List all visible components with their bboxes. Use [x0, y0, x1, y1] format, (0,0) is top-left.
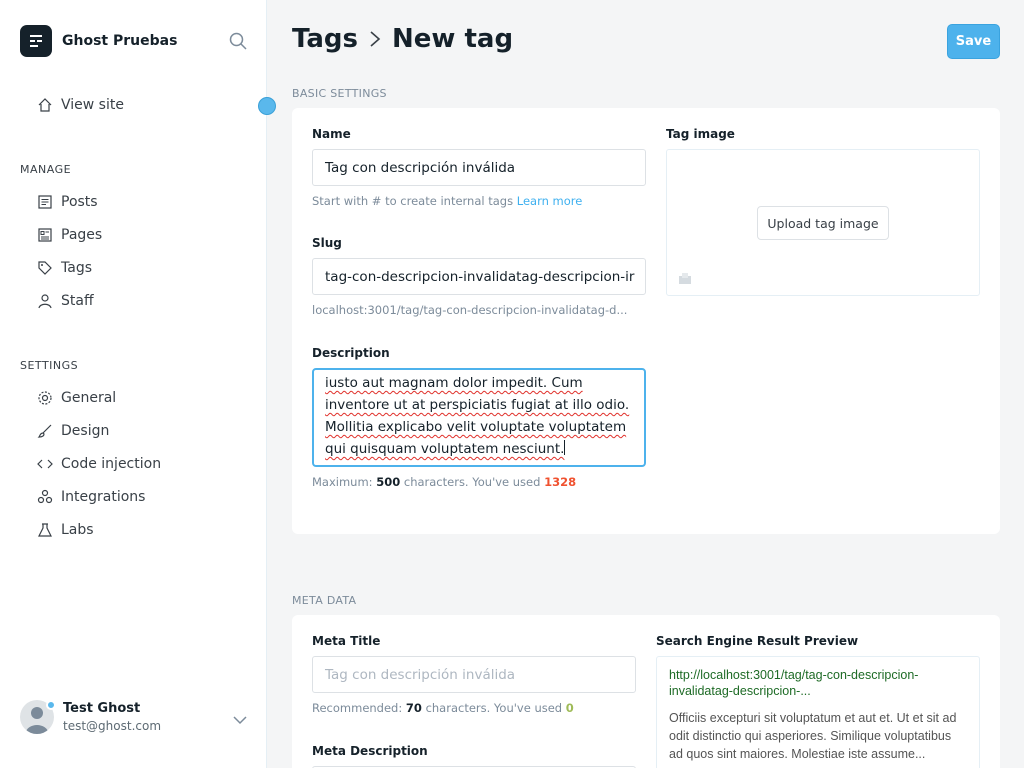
meta-title-input[interactable]: Tag con descripción inválida [312, 656, 636, 693]
name-input[interactable]: Tag con descripción inválida [312, 149, 646, 186]
meta-description-label: Meta Description [312, 744, 428, 758]
nav-design[interactable]: Design [36, 422, 109, 440]
code-icon [36, 455, 54, 473]
upload-tag-image-button[interactable]: Upload tag image [757, 206, 889, 240]
title-hint-mid: characters. You've used [425, 701, 563, 715]
slug-label: Slug [312, 236, 342, 250]
basic-settings-card: Name Tag con descripción inválida Start … [292, 108, 1000, 534]
brush-icon [36, 422, 54, 440]
nav-code-injection[interactable]: Code injection [36, 455, 161, 473]
user-email: test@ghost.com [63, 719, 162, 733]
slug-url-preview: localhost:3001/tag/tag-con-descripcion-i… [312, 303, 628, 317]
description-label: Description [312, 346, 390, 360]
title-used-count: 0 [565, 701, 574, 715]
brand-name: Ghost Pruebas [62, 33, 178, 49]
staff-icon [36, 292, 54, 310]
description-line: qui quisquam voluptatem nesciunt. [325, 438, 633, 460]
serp-preview-label: Search Engine Result Preview [656, 634, 859, 648]
settings-heading: SETTINGS [20, 359, 79, 372]
description-line-4: qui quisquam voluptatem nesciunt. [325, 441, 565, 457]
meta-title-counter: Recommended: 70 characters. You've used … [312, 701, 574, 715]
desc-max: 500 [376, 475, 401, 489]
nav-code-injection-label: Code injection [61, 456, 162, 472]
description-line: inventore ut at perspiciatis fugiat at i… [325, 394, 633, 416]
nav-view-site-label: View site [61, 97, 124, 113]
text-caret [564, 440, 566, 455]
gear-icon [36, 389, 54, 407]
desc-hint-mid: characters. You've used [403, 475, 541, 489]
slug-input[interactable]: tag-con-descripcion-invalidatag-descripc… [312, 258, 646, 295]
serp-description: Officiis excepturi sit voluptatum et aut… [669, 711, 957, 761]
nav-integrations[interactable]: Integrations [36, 488, 145, 506]
nav-pages-label: Pages [61, 227, 103, 243]
integrations-icon [36, 488, 54, 506]
sidebar: Ghost Pruebas View site MANAGE Posts Pag… [0, 0, 276, 768]
basic-settings-heading: BASIC SETTINGS [292, 87, 387, 100]
name-hint: Start with # to create internal tags Lea… [312, 194, 582, 208]
name-label: Name [312, 127, 351, 141]
nav-general-label: General [61, 390, 117, 406]
nav-labs[interactable]: Labs [36, 521, 94, 539]
title-recommended: 70 [405, 701, 422, 715]
breadcrumb-tags-link[interactable]: Tags [292, 24, 358, 54]
nav-pages[interactable]: Pages [36, 226, 102, 244]
description-counter: Maximum: 500 characters. You've used 132… [312, 475, 576, 489]
desc-used-count: 1328 [544, 475, 577, 489]
nav-tags[interactable]: Tags [36, 259, 92, 277]
tag-icon [36, 259, 54, 277]
title-hint-prefix: Recommended: [312, 701, 403, 715]
ghost-logo-icon [20, 25, 52, 57]
name-hint-text: Start with # to create internal tags [312, 194, 514, 208]
meta-title-label: Meta Title [312, 634, 381, 648]
nav-posts[interactable]: Posts [36, 193, 98, 211]
chevron-down-icon[interactable] [232, 712, 248, 726]
tag-image-dropzone[interactable]: Upload tag image [666, 149, 980, 296]
brand[interactable]: Ghost Pruebas [20, 25, 177, 57]
nav-labs-label: Labs [61, 522, 94, 538]
search-icon[interactable] [228, 31, 248, 51]
breadcrumb: Tags New tag [292, 24, 513, 54]
description-line-3: Mollitia explicabo velit voluptate volup… [325, 419, 627, 435]
image-placeholder-icon [678, 270, 692, 289]
chevron-right-icon [368, 29, 382, 49]
description-line-1: iusto aut magnam dolor impedit. Cum [325, 375, 583, 391]
home-icon [36, 96, 54, 114]
nav-staff-label: Staff [61, 293, 94, 309]
user-name: Test Ghost [63, 701, 141, 716]
description-line: Mollitia explicabo velit voluptate volup… [325, 416, 633, 438]
nav-view-site[interactable]: View site [36, 96, 124, 114]
description-textarea[interactable]: iusto aut magnam dolor impedit. Cum inve… [312, 368, 646, 467]
meta-data-heading: META DATA [292, 594, 357, 607]
nav-staff[interactable]: Staff [36, 292, 94, 310]
nav-general[interactable]: General [36, 389, 116, 407]
nav-tags-label: Tags [61, 260, 92, 276]
status-dot [46, 700, 56, 710]
flask-icon [36, 521, 54, 539]
learn-more-link[interactable]: Learn more [517, 194, 583, 208]
pages-icon [36, 226, 54, 244]
serp-preview: http://localhost:3001/tag/tag-con-descri… [656, 656, 980, 768]
meta-data-card: Meta Title Tag con descripción inválida … [292, 615, 1000, 768]
notification-dot[interactable] [258, 97, 276, 115]
tag-image-label: Tag image [666, 127, 735, 141]
posts-icon [36, 193, 54, 211]
page-title: New tag [392, 24, 514, 54]
desc-hint-prefix: Maximum: [312, 475, 373, 489]
nav-posts-label: Posts [61, 194, 98, 210]
serp-url: http://localhost:3001/tag/tag-con-descri… [669, 668, 919, 698]
nav-design-label: Design [61, 423, 110, 439]
description-line: iusto aut magnam dolor impedit. Cum [325, 372, 633, 394]
save-button[interactable]: Save [947, 24, 1000, 59]
description-line-2: inventore ut at perspiciatis fugiat at i… [325, 397, 630, 413]
nav-integrations-label: Integrations [61, 489, 146, 505]
manage-heading: MANAGE [20, 163, 72, 176]
